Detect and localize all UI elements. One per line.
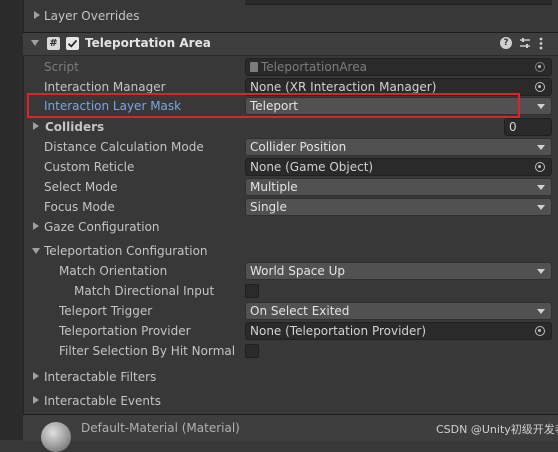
collapsed-arrow-icon[interactable] <box>33 396 39 404</box>
layer-overrides-foldout[interactable]: Layer Overrides <box>23 6 558 26</box>
teleport-trigger-value: On Select Exited <box>250 304 350 318</box>
script-file-icon <box>250 62 258 72</box>
teleport-trigger-label: Teleport Trigger <box>59 304 153 318</box>
custom-reticle-label: Custom Reticle <box>44 160 135 174</box>
script-field: TeleportationArea <box>245 58 552 76</box>
help-icon[interactable]: ? <box>500 37 512 49</box>
custom-reticle-row: Custom Reticle None (Game Object) <box>23 157 558 177</box>
custom-reticle-field[interactable]: None (Game Object) <box>245 158 552 176</box>
material-preview-sphere <box>41 422 71 452</box>
teleportation-provider-value: None (Teleportation Provider) <box>250 324 427 338</box>
teleport-trigger-dropdown[interactable]: On Select Exited <box>245 302 552 320</box>
script-label: Script <box>44 60 79 74</box>
teleport-trigger-row: Teleport Trigger On Select Exited <box>23 301 558 321</box>
custom-reticle-value: None (Game Object) <box>250 160 374 174</box>
collapsed-arrow-icon[interactable] <box>33 222 39 230</box>
hierarchy-indent-strip <box>0 0 24 440</box>
select-mode-dropdown[interactable]: Multiple <box>245 178 552 196</box>
match-orientation-dropdown[interactable]: World Space Up <box>245 262 552 280</box>
teleportation-provider-field[interactable]: None (Teleportation Provider) <box>245 322 552 340</box>
collapsed-arrow-icon[interactable] <box>34 11 40 19</box>
filter-selection-by-hit-normal-row: Filter Selection By Hit Normal <box>23 341 558 361</box>
component-title: Teleportation Area <box>85 36 211 50</box>
interaction-manager-label: Interaction Manager <box>44 80 166 94</box>
watermark: CSDN @Unity初级开发者 <box>436 423 558 436</box>
partial-field-top <box>245 0 552 5</box>
match-orientation-label: Match Orientation <box>59 264 168 278</box>
distance-calculation-mode-value: Collider Position <box>250 140 347 154</box>
distance-calculation-mode-row: Distance Calculation Mode Collider Posit… <box>23 137 558 157</box>
interactable-filters-foldout[interactable]: Interactable Filters <box>23 367 558 387</box>
match-orientation-row: Match Orientation World Space Up <box>23 261 558 281</box>
teleportation-configuration-foldout[interactable]: Teleportation Configuration <box>23 241 558 261</box>
select-mode-value: Multiple <box>250 180 298 194</box>
distance-calculation-mode-dropdown[interactable]: Collider Position <box>245 138 552 156</box>
dropdown-arrow-icon <box>537 104 545 109</box>
highlight-box <box>27 93 520 118</box>
dropdown-arrow-icon <box>537 185 545 190</box>
preset-icon[interactable] <box>519 37 531 49</box>
gaze-configuration-foldout[interactable]: Gaze Configuration <box>23 217 558 237</box>
select-mode-label: Select Mode <box>44 180 118 194</box>
check-icon <box>67 39 78 48</box>
component-enabled-checkbox[interactable] <box>66 37 79 50</box>
match-directional-input-checkbox[interactable] <box>245 284 259 298</box>
interaction-manager-value: None (XR Interaction Manager) <box>250 80 437 94</box>
dropdown-arrow-icon <box>537 145 545 150</box>
component-header[interactable]: # Teleportation Area ? <box>23 32 558 56</box>
select-mode-row: Select Mode Multiple <box>23 177 558 197</box>
interactable-events-label: Interactable Events <box>44 394 161 408</box>
teleportation-configuration-label: Teleportation Configuration <box>44 244 208 258</box>
object-picker-icon[interactable] <box>535 162 545 172</box>
dropdown-arrow-icon <box>537 309 545 314</box>
colliders-label: Colliders <box>45 120 105 134</box>
focus-mode-value: Single <box>250 200 287 214</box>
script-value: TeleportationArea <box>261 60 367 74</box>
focus-mode-row: Focus Mode Single <box>23 197 558 217</box>
layer-overrides-label: Layer Overrides <box>44 9 140 23</box>
dropdown-arrow-icon <box>537 269 545 274</box>
object-picker-icon[interactable] <box>535 82 545 92</box>
gaze-configuration-label: Gaze Configuration <box>44 220 160 234</box>
match-directional-input-label: Match Directional Input <box>74 284 215 298</box>
interactable-filters-label: Interactable Filters <box>44 370 157 384</box>
distance-calculation-mode-label: Distance Calculation Mode <box>44 140 204 154</box>
expanded-arrow-icon[interactable] <box>32 248 40 254</box>
focus-mode-label: Focus Mode <box>44 200 115 214</box>
focus-mode-dropdown[interactable]: Single <box>245 198 552 216</box>
object-picker-icon <box>535 62 545 72</box>
script-component-icon: # <box>47 37 60 50</box>
material-label: Default-Material (Material) <box>81 421 240 435</box>
match-orientation-value: World Space Up <box>250 264 345 278</box>
match-directional-input-row: Match Directional Input <box>23 281 558 301</box>
dropdown-arrow-icon <box>537 205 545 210</box>
interactable-events-foldout[interactable]: Interactable Events <box>23 391 558 411</box>
filter-selection-by-hit-normal-checkbox[interactable] <box>245 344 259 358</box>
teleportation-provider-label: Teleportation Provider <box>59 324 191 338</box>
teleportation-provider-row: Teleportation Provider None (Teleportati… <box>23 321 558 341</box>
collapsed-arrow-icon[interactable] <box>33 372 39 380</box>
script-row: Script TeleportationArea <box>23 57 558 77</box>
expanded-arrow-icon[interactable] <box>31 40 39 46</box>
colliders-foldout[interactable]: Colliders 0 <box>23 117 558 137</box>
collapsed-arrow-icon[interactable] <box>33 122 39 130</box>
colliders-count: 0 <box>509 120 517 134</box>
object-picker-icon[interactable] <box>535 326 545 336</box>
context-menu-icon[interactable] <box>539 37 543 50</box>
colliders-count-field[interactable]: 0 <box>504 118 552 136</box>
filter-selection-by-hit-normal-label: Filter Selection By Hit Normal <box>59 344 236 358</box>
